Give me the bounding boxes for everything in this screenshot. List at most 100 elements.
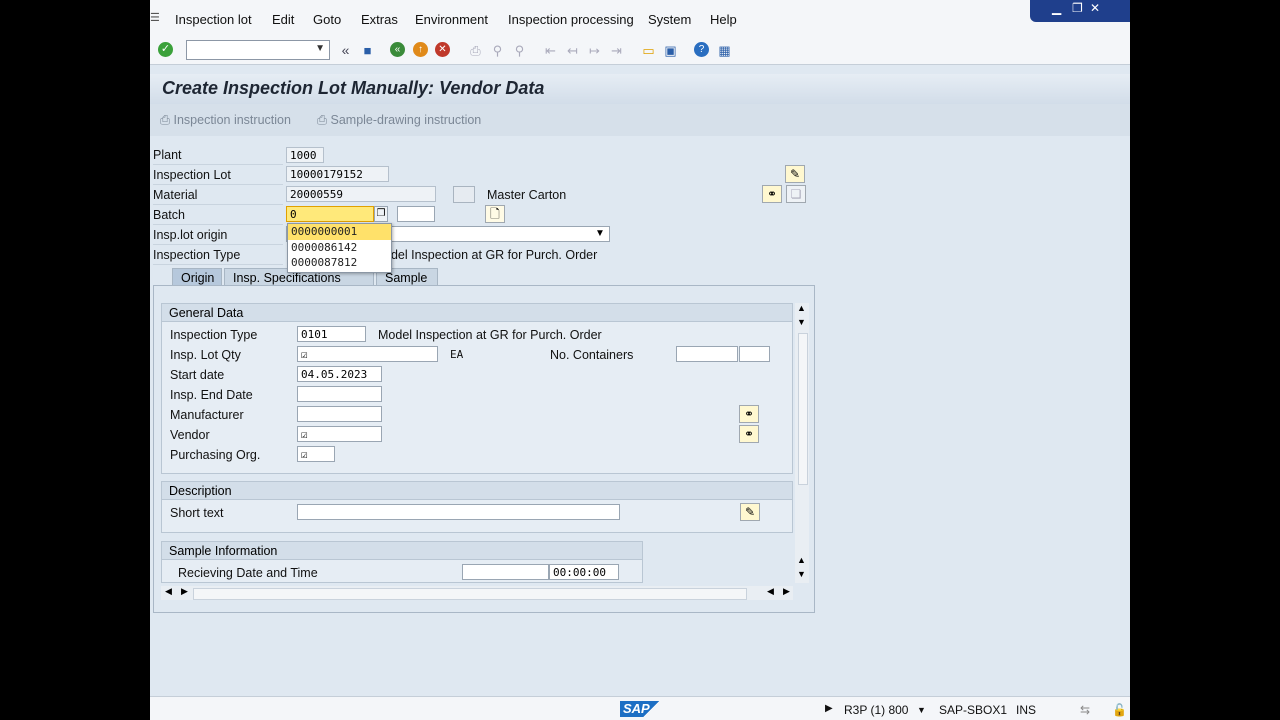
receiving-time-input[interactable]: 00:00:00 [549, 564, 619, 580]
purchasing-org-input[interactable]: ☑ [297, 446, 335, 462]
menu-help[interactable]: Help [710, 12, 737, 27]
previous-page-icon: ↤ [567, 43, 578, 58]
no-containers-input[interactable] [676, 346, 738, 362]
batch-input[interactable]: 0 [286, 206, 374, 222]
tab-origin[interactable]: Origin [172, 268, 222, 286]
manufacturer-partner-icon[interactable]: ⚭ [739, 405, 759, 423]
system-info[interactable]: R3P (1) 800 [844, 703, 908, 717]
sample-drawing-instruction-button[interactable]: ⎙ Sample-drawing instruction [317, 113, 481, 128]
label-underline [153, 224, 283, 225]
scroll-thumb[interactable] [193, 588, 747, 600]
double-left-arrow-icon[interactable]: « [337, 42, 354, 59]
list-item[interactable]: 0000086142 [288, 240, 391, 256]
inspection-type-field[interactable]: 0101 [297, 326, 366, 342]
batch-extra-field[interactable] [397, 206, 435, 222]
scroll-thumb[interactable] [798, 333, 808, 485]
material-description: Master Carton [487, 188, 567, 202]
scroll-right-icon[interactable]: ▶ [783, 586, 790, 597]
required-field-icon: ☑ [301, 348, 308, 361]
inspection-instruction-button[interactable]: ⎙ Inspection instruction [160, 113, 291, 128]
insp-lot-qty-input[interactable]: ☑ [297, 346, 438, 362]
purchasing-org-label: Purchasing Org. [170, 448, 261, 462]
tab-panel-origin: General Data Inspection Type 0101 Model … [153, 285, 815, 613]
chevron-down-icon[interactable]: ▼ [315, 43, 325, 54]
chevron-down-icon[interactable]: ▼ [595, 228, 605, 239]
scroll-up-icon[interactable]: ▲ [797, 303, 806, 313]
vendor-partner-icon[interactable]: ⚭ [739, 425, 759, 443]
inspection-lot-field: 10000179152 [286, 166, 389, 182]
menu-system[interactable]: System [648, 12, 691, 27]
insp-lot-origin-label: Insp.lot origin [153, 228, 228, 242]
scroll-down-icon[interactable]: ▼ [797, 569, 806, 579]
minimize-icon[interactable]: ▁ [1052, 1, 1061, 15]
value-help-icon[interactable]: ❐ [374, 206, 388, 222]
scroll-left-icon[interactable]: ◀ [165, 586, 172, 597]
status-bar: SAP ▶ R3P (1) 800 ▼ SAP-SBOX1 INS ⇆ 🔓 [150, 696, 1130, 720]
shortcut-icon[interactable]: ▣ [662, 42, 679, 59]
application-toolbar: ⎙ Inspection instruction ⎙ Sample-drawin… [150, 104, 1130, 136]
vendor-label: Vendor [170, 428, 210, 442]
partner-icon[interactable]: ⚭ [762, 185, 782, 203]
scroll-up-icon[interactable]: ▲ [797, 555, 806, 565]
short-text-label: Short text [170, 506, 224, 520]
description-group: Description Short text ✎ [161, 481, 793, 533]
close-icon[interactable]: ✕ [1090, 1, 1100, 15]
required-field-icon: ☑ [301, 428, 308, 441]
vendor-input[interactable]: ☑ [297, 426, 382, 442]
lock-icon: 🔓 [1112, 703, 1127, 717]
menu-extras[interactable]: Extras [361, 12, 398, 27]
new-session-icon[interactable]: ▭ [640, 42, 657, 59]
help-icon[interactable]: ? [694, 42, 709, 57]
menu-environment[interactable]: Environment [415, 12, 488, 27]
receiving-date-input[interactable] [462, 564, 549, 580]
command-field[interactable]: ▼ [186, 40, 330, 60]
insp-end-date-input[interactable] [297, 386, 382, 402]
window-controls: ▁ ❐ ✕ [1030, 0, 1130, 22]
menu-goto[interactable]: Goto [313, 12, 341, 27]
menu-inspection-lot[interactable]: Inspection lot [175, 12, 252, 27]
horizontal-scrollbar[interactable]: ◀ ▶ ◀ ▶ [161, 586, 793, 600]
long-text-edit-icon[interactable]: ✎ [740, 503, 760, 521]
batch-label: Batch [153, 208, 185, 222]
plant-label: Plant [153, 148, 182, 162]
vertical-scrollbar[interactable]: ▲ ▼ ▲ ▼ [795, 303, 809, 583]
document-icon[interactable]: 🗋 [485, 205, 505, 223]
sap-menu-icon[interactable]: ☰ [150, 11, 160, 24]
enter-check-icon[interactable]: ✓ [158, 42, 173, 57]
customize-layout-icon[interactable]: ▦ [716, 42, 733, 59]
scroll-right-icon[interactable]: ▶ [181, 586, 188, 597]
exit-icon[interactable]: ↑ [413, 42, 428, 57]
label-underline [153, 264, 283, 265]
menu-edit[interactable]: Edit [272, 12, 294, 27]
edit-long-text-icon[interactable]: ✎ [785, 165, 805, 183]
chevron-down-icon[interactable]: ▼ [917, 705, 926, 715]
plant-field: 1000 [286, 147, 324, 163]
scroll-left-icon[interactable]: ◀ [767, 586, 774, 597]
container-unit-input[interactable] [739, 346, 770, 362]
menu-bar: ☰ Inspection lot Edit Goto Extras Enviro… [150, 0, 1130, 38]
manufacturer-input[interactable] [297, 406, 382, 422]
printer-icon: ⎙ [317, 113, 328, 127]
label-underline [153, 184, 283, 185]
inspection-type-label: Inspection Type [170, 328, 258, 342]
list-item[interactable]: 0000000001 [288, 224, 391, 240]
back-icon[interactable]: « [390, 42, 405, 57]
last-page-icon: ⇥ [611, 43, 622, 58]
play-icon[interactable]: ▶ [825, 703, 833, 714]
menu-inspection-processing[interactable]: Inspection processing [508, 12, 634, 27]
no-containers-label: No. Containers [550, 348, 634, 362]
start-date-input[interactable]: 04.05.2023 [297, 366, 382, 382]
inspection-type-label: Inspection Type [153, 248, 241, 262]
save-icon[interactable]: ■ [359, 42, 376, 59]
list-item[interactable]: 0000087812 [288, 255, 391, 271]
restore-icon[interactable]: ❐ [1072, 1, 1083, 15]
label-underline [153, 164, 283, 165]
cancel-icon[interactable]: ✕ [435, 42, 450, 57]
short-text-input[interactable] [297, 504, 620, 520]
layout-icon: ⇆ [1080, 703, 1091, 717]
scroll-down-icon[interactable]: ▼ [797, 317, 806, 327]
description-header: Description [162, 482, 792, 500]
title-bar: Create Inspection Lot Manually: Vendor D… [150, 74, 1130, 104]
inspection-type-description: odel Inspection at GR for Purch. Order [384, 248, 598, 262]
material-field: 20000559 [286, 186, 436, 202]
